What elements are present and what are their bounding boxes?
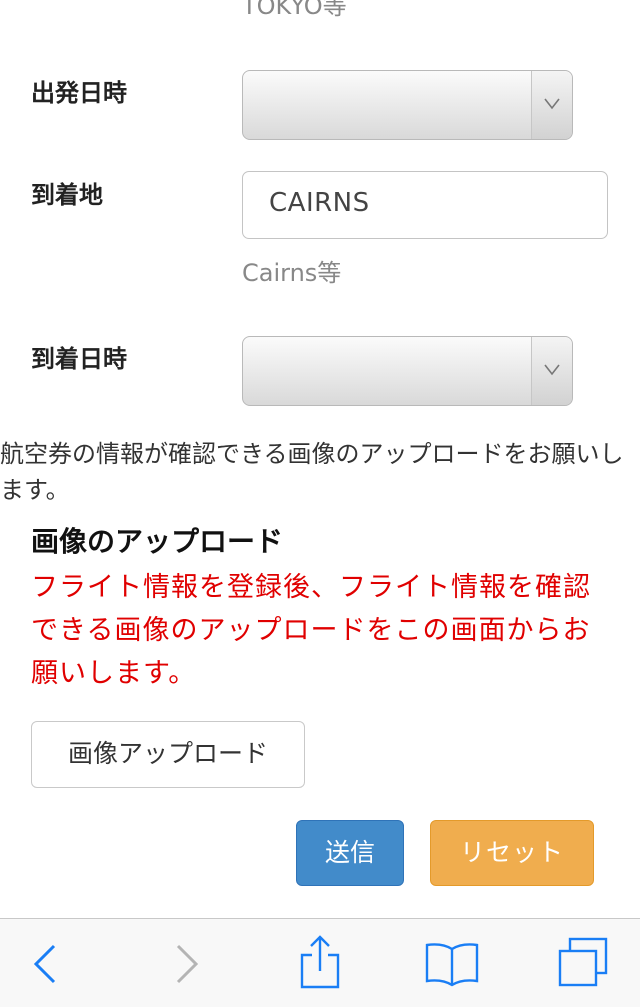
upload-instruction-text: 航空券の情報が確認できる画像のアップロードをお願いします。	[0, 440, 624, 504]
select-arrow	[531, 337, 572, 405]
page: TOKYO等 出発日時 到着地 CAIRNS Cairns等 到着日時 航空券の…	[0, 0, 640, 1007]
bookmarks-button[interactable]	[412, 919, 492, 1007]
browser-toolbar	[0, 918, 640, 1007]
chevron-down-icon	[544, 98, 560, 110]
chevron-down-icon	[544, 364, 560, 376]
forward-button[interactable]	[146, 919, 226, 1007]
tabs-button[interactable]	[542, 919, 622, 1007]
tabs-icon	[558, 937, 608, 987]
reset-button[interactable]: リセット	[430, 820, 594, 886]
arrival-place-label: 到着地	[31, 181, 103, 209]
image-upload-button[interactable]: 画像アップロード	[31, 721, 305, 788]
departure-datetime-select[interactable]	[242, 70, 573, 140]
arrival-place-hint: Cairns等	[242, 259, 342, 287]
forward-icon	[176, 944, 199, 984]
departure-datetime-label: 出発日時	[31, 79, 127, 107]
arrival-datetime-label: 到着日時	[31, 345, 127, 373]
share-button[interactable]	[280, 919, 360, 1007]
select-arrow	[531, 71, 572, 139]
upload-section-title: 画像のアップロード	[31, 525, 284, 558]
arrival-datetime-select[interactable]	[242, 336, 573, 406]
upload-warning-text: フライト情報を登録後、フライト情報を確認できる画像のアップロードをこの画面からお…	[31, 572, 591, 689]
back-button[interactable]	[4, 919, 84, 1007]
back-icon	[33, 944, 56, 984]
share-icon	[300, 935, 340, 989]
submit-button[interactable]: 送信	[296, 820, 404, 886]
bookmarks-icon	[425, 943, 479, 987]
arrival-place-input[interactable]: CAIRNS	[242, 171, 608, 239]
departure-place-hint: TOKYO等	[242, 0, 347, 20]
